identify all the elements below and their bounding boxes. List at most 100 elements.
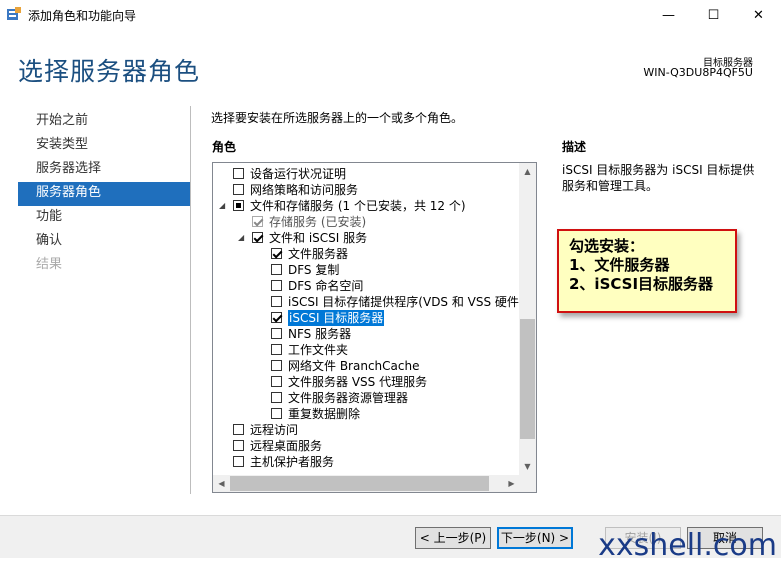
nav-item-before-you-begin[interactable]: 开始之前: [18, 110, 190, 134]
role-label: 文件和 iSCSI 服务: [269, 231, 368, 245]
server-manager-icon: [7, 7, 21, 20]
role-item[interactable]: ◢ 文件和存储服务 (1 个已安装，共 12 个): [213, 198, 518, 214]
minimize-icon: —: [662, 7, 675, 23]
role-item[interactable]: 文件服务器 VSS 代理服务: [213, 374, 518, 390]
nav-item-features[interactable]: 功能: [18, 206, 190, 230]
role-item[interactable]: 网络文件 BranchCache: [213, 358, 518, 374]
roles-tree[interactable]: 设备运行状况证明 网络策略和访问服务 ◢ 文件和存储服务 (1 个已安装，共 12 个…: [212, 162, 537, 493]
role-checkbox[interactable]: [271, 328, 282, 339]
description-text: iSCSI 目标服务器为 iSCSI 目标提供服务和管理工具。: [562, 163, 755, 193]
role-checkbox[interactable]: [271, 392, 282, 403]
role-label: DFS 命名空间: [288, 279, 364, 293]
scrollbar-corner: [519, 475, 536, 492]
role-checkbox[interactable]: [233, 424, 244, 435]
role-item[interactable]: iSCSI 目标存储提供程序(VDS 和 VSS 硬件提: [213, 294, 531, 310]
role-label: iSCSI 目标存储提供程序(VDS 和 VSS 硬件提: [288, 295, 531, 309]
role-item[interactable]: DFS 复制: [213, 262, 518, 278]
minimize-button[interactable]: —: [646, 0, 691, 30]
role-label: iSCSI 目标服务器: [288, 310, 385, 326]
role-label: 网络策略和访问服务: [250, 183, 359, 197]
close-icon: ✕: [753, 7, 764, 23]
vertical-scrollbar[interactable]: ▲ ▼: [519, 163, 536, 475]
role-item[interactable]: 主机保护者服务: [213, 454, 518, 470]
expand-arrow-icon[interactable]: ◢: [219, 198, 229, 214]
role-checkbox[interactable]: [233, 200, 244, 211]
maximize-button[interactable]: ☐: [691, 0, 736, 30]
page-title: 选择服务器角色: [18, 57, 201, 86]
role-checkbox[interactable]: [271, 312, 282, 323]
role-label: 设备运行状况证明: [250, 167, 347, 181]
role-checkbox[interactable]: [271, 376, 282, 387]
role-checkbox[interactable]: [271, 360, 282, 371]
horizontal-scroll-thumb[interactable]: [230, 476, 490, 491]
role-checkbox[interactable]: [233, 184, 244, 195]
role-label: 主机保护者服务: [250, 455, 335, 469]
role-checkbox[interactable]: [233, 456, 244, 467]
scroll-left-icon[interactable]: ◀: [213, 475, 230, 492]
nav-item-server-roles[interactable]: 服务器角色: [18, 182, 190, 206]
role-item[interactable]: 工作文件夹: [213, 342, 518, 358]
target-server-name: WIN-Q3DU8P4QF5U: [643, 66, 753, 79]
role-checkbox[interactable]: [233, 440, 244, 451]
role-item[interactable]: 文件服务器资源管理器: [213, 390, 518, 406]
role-item[interactable]: 远程桌面服务: [213, 438, 518, 454]
role-checkbox[interactable]: [271, 280, 282, 291]
role-label: DFS 复制: [288, 263, 340, 277]
role-item[interactable]: iSCSI 目标服务器: [213, 310, 518, 326]
description-heading: 描述: [562, 140, 587, 154]
maximize-icon: ☐: [707, 7, 720, 23]
role-item[interactable]: ◢ 文件和 iSCSI 服务: [213, 230, 518, 246]
role-label: 存储服务 (已安装): [269, 215, 367, 229]
role-checkbox[interactable]: [271, 248, 282, 259]
role-label: 网络文件 BranchCache: [288, 359, 420, 373]
nav-item-server-selection[interactable]: 服务器选择: [18, 158, 190, 182]
nav-item-confirmation[interactable]: 确认: [18, 230, 190, 254]
role-item[interactable]: DFS 命名空间: [213, 278, 518, 294]
scroll-down-icon[interactable]: ▼: [519, 458, 536, 475]
watermark: xxshell.com: [598, 528, 777, 563]
role-checkbox[interactable]: [233, 168, 244, 179]
role-checkbox[interactable]: [252, 232, 263, 243]
role-checkbox[interactable]: [271, 344, 282, 355]
role-label: 远程桌面服务: [250, 439, 323, 453]
annotation-line: 1、文件服务器: [569, 256, 670, 274]
role-checkbox: [252, 216, 263, 227]
role-label: 文件服务器资源管理器: [288, 391, 409, 405]
annotation-line: 勾选安装：: [569, 237, 645, 255]
role-label: 工作文件夹: [288, 343, 349, 357]
wizard-nav: 开始之前 安装类型 服务器选择 服务器角色 功能 确认 结果: [18, 110, 190, 278]
vertical-scroll-thumb[interactable]: [520, 319, 535, 439]
nav-divider: [190, 106, 191, 494]
role-label: 文件服务器 VSS 代理服务: [288, 375, 428, 389]
next-button[interactable]: 下一步(N) >: [497, 527, 573, 549]
annotation-callout: 勾选安装： 1、文件服务器 2、iSCSI目标服务器: [557, 229, 737, 313]
scroll-right-icon[interactable]: ▶: [503, 475, 520, 492]
roles-heading: 角色: [212, 140, 237, 154]
previous-button[interactable]: < 上一步(P): [415, 527, 491, 549]
nav-item-installation-type[interactable]: 安装类型: [18, 134, 190, 158]
role-item[interactable]: 远程访问: [213, 422, 518, 438]
horizontal-scrollbar[interactable]: ◀ ▶: [213, 475, 520, 492]
role-label: 文件服务器: [288, 247, 349, 261]
role-item[interactable]: 重复数据删除: [213, 406, 518, 422]
nav-item-results: 结果: [36, 257, 63, 272]
scroll-up-icon[interactable]: ▲: [519, 163, 536, 180]
expand-arrow-icon[interactable]: ◢: [238, 230, 248, 246]
role-item[interactable]: 设备运行状况证明: [213, 166, 518, 182]
role-item[interactable]: 存储服务 (已安装): [213, 214, 518, 230]
role-checkbox[interactable]: [271, 296, 282, 307]
intro-text: 选择要安装在所选服务器上的一个或多个角色。: [211, 111, 464, 125]
window-title: 添加角色和功能向导: [28, 9, 137, 23]
role-label: 远程访问: [250, 423, 299, 437]
role-label: NFS 服务器: [288, 327, 352, 341]
title-bar: 添加角色和功能向导 — ☐ ✕: [0, 0, 781, 30]
role-checkbox[interactable]: [271, 264, 282, 275]
close-button[interactable]: ✕: [736, 0, 781, 30]
role-item[interactable]: 文件服务器: [213, 246, 518, 262]
role-label: 重复数据删除: [288, 407, 361, 421]
role-label: 文件和存储服务 (1 个已安装，共 12 个): [250, 199, 466, 213]
annotation-line: 2、iSCSI目标服务器: [569, 275, 714, 293]
role-checkbox[interactable]: [271, 408, 282, 419]
role-item[interactable]: NFS 服务器: [213, 326, 518, 342]
role-item[interactable]: 网络策略和访问服务: [213, 182, 518, 198]
